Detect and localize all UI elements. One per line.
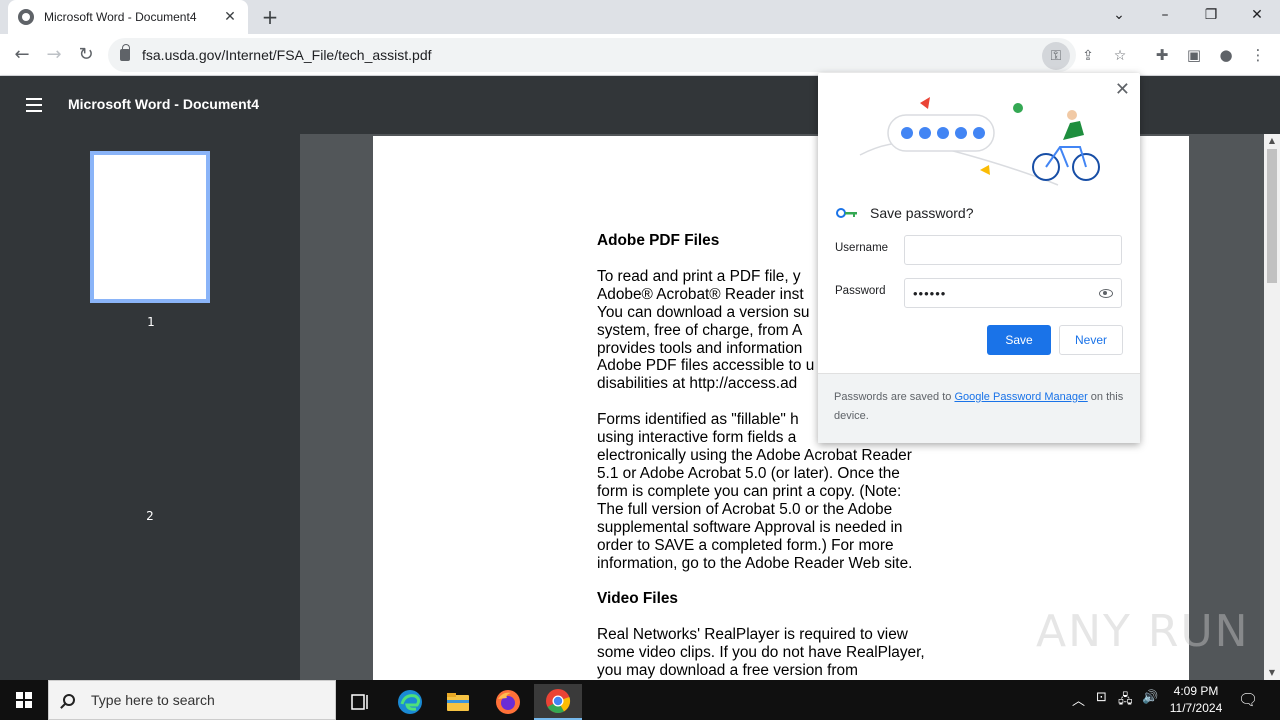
windows-taskbar: Type here to search ︿ ⊡ 🖧 🔊 4:09 PM 11/7…	[0, 680, 1280, 720]
restore-button[interactable]: ❐	[1188, 0, 1234, 30]
hamburger-menu-icon[interactable]	[26, 98, 42, 112]
close-tab-icon[interactable]: ✕	[222, 9, 238, 25]
dialog-title-row: Save password?	[836, 205, 974, 221]
volume-icon[interactable]: 🔊	[1142, 690, 1158, 705]
browser-toolbar: ← → ↻ fsa.usda.gov/Internet/FSA_File/tec…	[0, 34, 1280, 76]
forward-button[interactable]: →	[40, 41, 68, 69]
close-window-button[interactable]: ✕	[1234, 0, 1280, 30]
minimize-button[interactable]: –	[1142, 0, 1188, 30]
heading-video-files: Video Files	[597, 590, 678, 608]
globe-icon	[18, 9, 34, 25]
username-label: Username	[835, 242, 889, 254]
dialog-footer: Passwords are saved to Google Password M…	[818, 373, 1140, 443]
url-text: fsa.usda.gov/Internet/FSA_File/tech_assi…	[142, 47, 432, 63]
search-icon	[63, 694, 75, 706]
menu-icon[interactable]: ⋮	[1244, 41, 1272, 69]
google-password-manager-link[interactable]: Google Password Manager	[954, 391, 1087, 403]
chrome-icon[interactable]	[534, 684, 582, 720]
close-dialog-icon[interactable]: ✕	[1115, 79, 1130, 100]
extensions-icon[interactable]: ✚	[1148, 41, 1176, 69]
dialog-title: Save password?	[870, 205, 974, 221]
profile-icon[interactable]: ●	[1212, 41, 1240, 69]
reload-button[interactable]: ↻	[72, 41, 100, 69]
share-icon[interactable]: ⇪	[1074, 42, 1102, 70]
key-icon	[836, 208, 857, 218]
scroll-up-arrow-icon[interactable]: ▲	[1264, 134, 1280, 148]
username-field[interactable]	[904, 235, 1122, 265]
scroll-down-arrow-icon[interactable]: ▼	[1264, 666, 1280, 680]
page-thumbnail-1[interactable]	[90, 151, 210, 303]
tab-strip: Microsoft Word - Document4 ✕ + ⌄ – ❐ ✕	[0, 0, 1280, 34]
clock-date: 11/7/2024	[1169, 701, 1223, 715]
paragraph-video: Real Networks' RealPlayer is required to…	[597, 626, 925, 680]
network-device-icon[interactable]: ⊡	[1096, 690, 1107, 705]
notifications-icon[interactable]: 🗨	[1238, 690, 1258, 709]
save-button[interactable]: Save	[987, 325, 1051, 355]
back-button[interactable]: ←	[8, 41, 36, 69]
save-password-dialog: ✕ Save password? Username Password •••••…	[818, 73, 1140, 443]
footer-text-prefix: Passwords are saved to	[834, 391, 955, 403]
file-explorer-icon[interactable]	[434, 684, 482, 720]
side-panel-icon[interactable]: ▣	[1180, 41, 1208, 69]
new-tab-button[interactable]: +	[258, 5, 282, 29]
scrollbar-thumb[interactable]	[1267, 149, 1277, 283]
vertical-scrollbar[interactable]: ▲ ▼	[1264, 134, 1280, 680]
address-bar[interactable]: fsa.usda.gov/Internet/FSA_File/tech_assi…	[108, 38, 1126, 72]
lock-icon[interactable]	[120, 44, 130, 61]
windows-logo-icon	[16, 692, 23, 699]
password-label: Password	[835, 285, 886, 297]
start-button[interactable]	[0, 680, 48, 720]
password-field[interactable]: ••••••	[904, 278, 1122, 308]
browser-tab[interactable]: Microsoft Word - Document4 ✕	[8, 0, 248, 34]
system-clock[interactable]: 4:09 PM 11/7/2024	[1164, 683, 1228, 717]
anyrun-watermark: ANY RUN	[1036, 606, 1250, 657]
edge-icon[interactable]	[386, 684, 434, 720]
tab-search-icon[interactable]: ⌄	[1096, 0, 1142, 30]
password-illustration	[859, 97, 1100, 186]
clock-time: 4:09 PM	[1173, 684, 1219, 698]
search-placeholder: Type here to search	[91, 692, 215, 708]
pdf-title: Microsoft Word - Document4	[68, 96, 260, 112]
password-value: ••••••	[913, 285, 947, 301]
never-button[interactable]: Never	[1059, 325, 1123, 355]
bookmark-star-icon[interactable]: ☆	[1106, 42, 1134, 70]
show-hidden-icons-chevron-icon[interactable]: ︿	[1072, 690, 1085, 709]
thumbnail-sidebar: 1 2	[0, 134, 300, 680]
taskbar-search-box[interactable]: Type here to search	[48, 680, 336, 720]
thumbnail-label-2[interactable]: 2	[140, 509, 160, 523]
firefox-icon[interactable]	[484, 684, 532, 720]
thumbnail-label-1: 1	[147, 315, 155, 329]
tab-title: Microsoft Word - Document4	[44, 10, 197, 24]
show-password-eye-icon[interactable]	[1099, 288, 1113, 298]
task-view-icon[interactable]	[336, 684, 384, 720]
network-icon[interactable]: 🖧	[1118, 690, 1133, 712]
key-icon[interactable]: ⚿	[1042, 42, 1070, 70]
